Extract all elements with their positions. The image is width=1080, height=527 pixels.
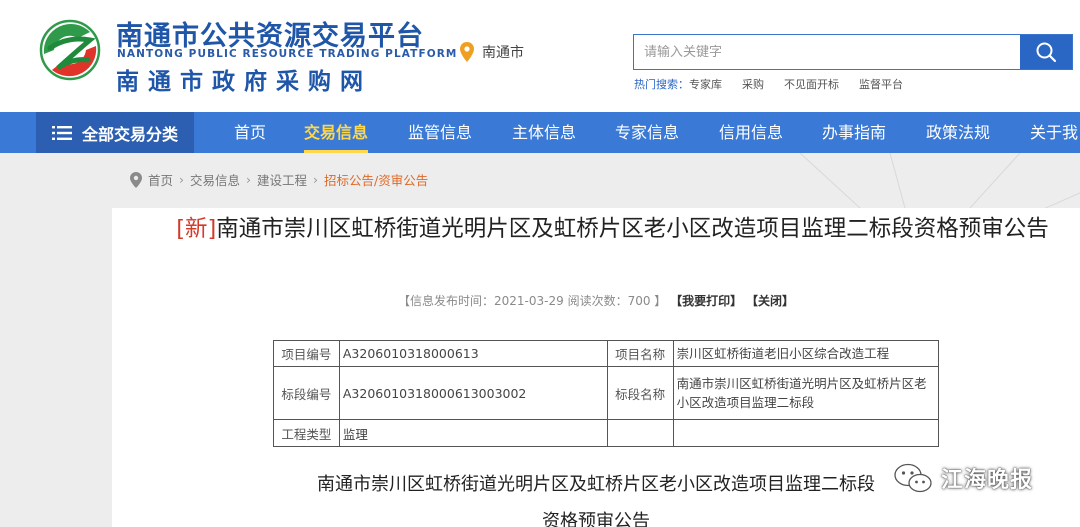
article-title-text: 南通市崇川区虹桥街道光明片区及虹桥片区老小区改造项目监理二标段资格预审公告	[216, 216, 1049, 242]
table-cell-value	[672, 419, 940, 447]
print-link[interactable]: 【我要打印】	[670, 294, 742, 308]
chevron-right-icon: ›	[313, 172, 319, 187]
breadcrumb: 首页 › 交易信息 › 建设工程 › 招标公告/资审公告	[130, 170, 428, 189]
site-subtitle: 南通市政府采购网	[116, 69, 372, 95]
wechat-icon	[894, 463, 932, 493]
search-icon	[1036, 42, 1057, 63]
chevron-right-icon: ›	[179, 172, 185, 187]
watermark-text: 江海晚报	[941, 468, 1034, 493]
table-cell-label: 工程类型	[273, 419, 340, 447]
breadcrumb-trading-info[interactable]: 交易信息	[190, 170, 240, 189]
table-cell-label: 标段编号	[273, 366, 340, 420]
search-input[interactable]	[634, 35, 1020, 69]
nav-item-home[interactable]: 首页	[234, 112, 266, 153]
table-cell-value: 南通市崇川区虹桥街道光明片区及虹桥片区老小区改造项目监理二标段	[672, 366, 940, 420]
table-cell-value: 崇川区虹桥街道老旧小区综合改造工程	[672, 340, 940, 367]
nav-item-supervision[interactable]: 监管信息	[408, 112, 472, 153]
map-pin-icon	[460, 42, 474, 62]
hot-search-item[interactable]: 不见面开标	[784, 76, 839, 92]
table-row: 工程类型 监理	[273, 419, 940, 447]
nav-item-credit[interactable]: 信用信息	[719, 112, 783, 153]
breadcrumb-current[interactable]: 招标公告/资审公告	[324, 170, 428, 189]
all-categories-button[interactable]: 全部交易分类	[36, 112, 194, 153]
table-row: 标段编号 A3206010318000613003002 标段名称 南通市崇川区…	[273, 366, 940, 420]
location-label: 南通市	[482, 45, 524, 61]
location-pin-icon	[130, 171, 142, 188]
table-cell-label: 项目名称	[606, 340, 674, 367]
location-selector[interactable]: 南通市	[460, 42, 524, 62]
nav-item-about[interactable]: 关于我	[1030, 112, 1078, 153]
new-badge: [新]	[176, 216, 217, 242]
hot-search-item[interactable]: 采购	[742, 76, 764, 92]
search-button[interactable]	[1020, 35, 1072, 69]
breadcrumb-home[interactable]: 首页	[148, 170, 173, 189]
site-logo-icon[interactable]	[38, 18, 102, 82]
main-nav: 全部交易分类 首页 交易信息 监管信息 主体信息 专家信息 信用信息 办事指南 …	[0, 112, 1080, 153]
chevron-right-icon: ›	[246, 172, 252, 187]
hot-search-item[interactable]: 监督平台	[859, 76, 903, 92]
document-heading-line: 资格预审公告	[542, 511, 650, 527]
hot-search-item[interactable]: 专家库	[689, 76, 722, 92]
nav-item-expert[interactable]: 专家信息	[615, 112, 679, 153]
nav-item-trading-info[interactable]: 交易信息	[304, 112, 369, 153]
table-row: 项目编号 A3206010318000613 项目名称 崇川区虹桥街道老旧小区综…	[273, 340, 940, 367]
nav-item-entity[interactable]: 主体信息	[512, 112, 576, 153]
site-header: 南通市公共资源交易平台 NANTONG PUBLIC RESOURCE TRAD…	[0, 0, 1080, 112]
table-cell-label: 标段名称	[606, 366, 674, 420]
nav-item-policy[interactable]: 政策法规	[926, 112, 990, 153]
site-title-en: NANTONG PUBLIC RESOURCE TRADING PLATFORM	[117, 48, 458, 60]
project-info-table: 项目编号 A3206010318000613 项目名称 崇川区虹桥街道老旧小区综…	[273, 340, 940, 447]
table-cell-label	[606, 419, 674, 447]
publish-info: 【信息发布时间：2021-03-29 阅读次数：700 】	[398, 294, 667, 308]
hot-search-label: 热门搜索：	[634, 78, 689, 91]
table-cell-value: A3206010318000613003002	[338, 366, 608, 420]
all-categories-label: 全部交易分类	[82, 124, 179, 144]
article-title: [新]南通市崇川区虹桥街道光明片区及虹桥片区老小区改造项目监理二标段资格预审公告	[145, 210, 1080, 249]
close-link[interactable]: 【关闭】	[746, 294, 794, 308]
hot-search: 热门搜索： 专家库 采购 不见面开标 监督平台	[634, 76, 923, 92]
watermark: 江海晚报	[893, 462, 1033, 494]
table-cell-label: 项目编号	[273, 340, 340, 367]
nav-item-guide[interactable]: 办事指南	[822, 112, 886, 153]
article-meta: 【信息发布时间：2021-03-29 阅读次数：700 】 【我要打印】 【关闭…	[112, 292, 1080, 309]
table-cell-value: 监理	[338, 419, 608, 447]
menu-list-icon	[52, 125, 72, 140]
breadcrumb-construction[interactable]: 建设工程	[257, 170, 307, 189]
table-cell-value: A3206010318000613	[338, 340, 608, 367]
search-box	[633, 34, 1073, 70]
